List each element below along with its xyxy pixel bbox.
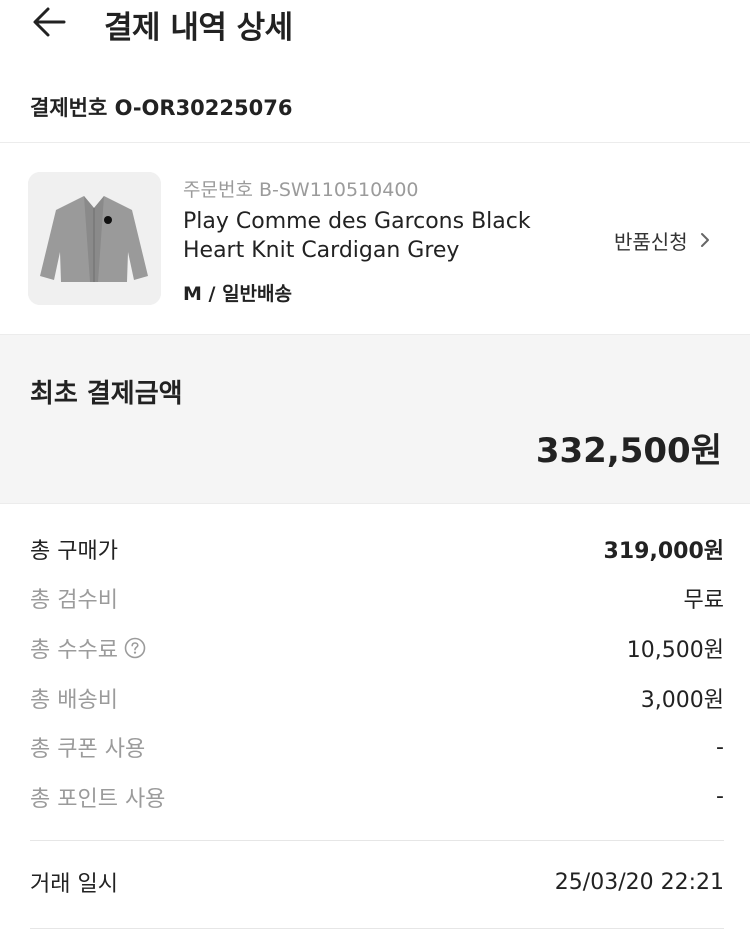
- arrow-left-icon: [33, 7, 66, 37]
- product-card: 주문번호 B-SW110510400 Play Comme des Garcon…: [0, 143, 750, 334]
- initial-payment-amount: 332,500원: [535, 431, 722, 471]
- breakdown-label: 총 배송비: [30, 687, 118, 713]
- breakdown-label: 총 쿠폰 사용: [30, 737, 146, 763]
- transaction-datetime-value: 25/03/20 22:21: [554, 869, 724, 895]
- breakdown-label: 총 구매가: [30, 538, 118, 564]
- breakdown-row-shipping: 총 배송비 3,000원: [30, 673, 724, 723]
- payment-breakdown: 총 구매가 319,000원 총 검수비 무료 총 수수료 10,500원 총 …: [30, 524, 724, 822]
- breakdown-label: 총 검수비: [30, 588, 118, 614]
- breakdown-row-purchase-price: 총 구매가 319,000원: [30, 524, 724, 574]
- breakdown-label: 총 수수료: [30, 637, 118, 663]
- page-title: 결제 내역 상세: [104, 10, 293, 46]
- return-request-button[interactable]: 반품신청: [614, 225, 712, 255]
- divider: [30, 840, 724, 841]
- breakdown-value: 10,500원: [626, 637, 724, 663]
- order-number: 주문번호 B-SW110510400: [183, 179, 419, 201]
- question-circle-icon[interactable]: [124, 637, 146, 659]
- breakdown-value: 무료: [683, 588, 724, 614]
- breakdown-label: 총 포인트 사용: [30, 786, 166, 812]
- grey-cardigan-thumbnail: [28, 172, 161, 305]
- back-button[interactable]: [28, 4, 72, 40]
- breakdown-row-points: 총 포인트 사용 -: [30, 772, 724, 822]
- top-app-bar: 결제 내역 상세: [0, 0, 750, 56]
- product-name[interactable]: Play Comme des Garcons Black Heart Knit …: [183, 207, 563, 265]
- initial-payment-panel: 최초 결제금액 332,500원: [0, 334, 750, 504]
- product-option: M / 일반배송: [183, 283, 292, 305]
- transaction-datetime-label: 거래 일시: [30, 872, 118, 897]
- breakdown-value: 319,000원: [603, 538, 724, 564]
- divider: [30, 928, 724, 929]
- breakdown-value: -: [716, 784, 724, 810]
- breakdown-row-inspection-fee: 총 검수비 무료: [30, 574, 724, 624]
- initial-payment-label: 최초 결제금액: [30, 379, 183, 409]
- breakdown-value: -: [716, 734, 724, 760]
- product-image[interactable]: [28, 172, 161, 305]
- breakdown-label-wrapper: 총 수수료: [30, 632, 146, 664]
- return-request-label: 반품신청: [614, 229, 688, 254]
- breakdown-row-commission: 총 수수료 10,500원: [30, 623, 724, 673]
- transaction-datetime-row: 거래 일시 25/03/20 22:21: [30, 866, 724, 898]
- breakdown-value: 3,000원: [640, 687, 724, 713]
- chevron-right-icon: [700, 233, 709, 247]
- breakdown-row-coupon: 총 쿠폰 사용 -: [30, 722, 724, 772]
- payment-number: 결제번호 O-OR30225076: [30, 96, 293, 120]
